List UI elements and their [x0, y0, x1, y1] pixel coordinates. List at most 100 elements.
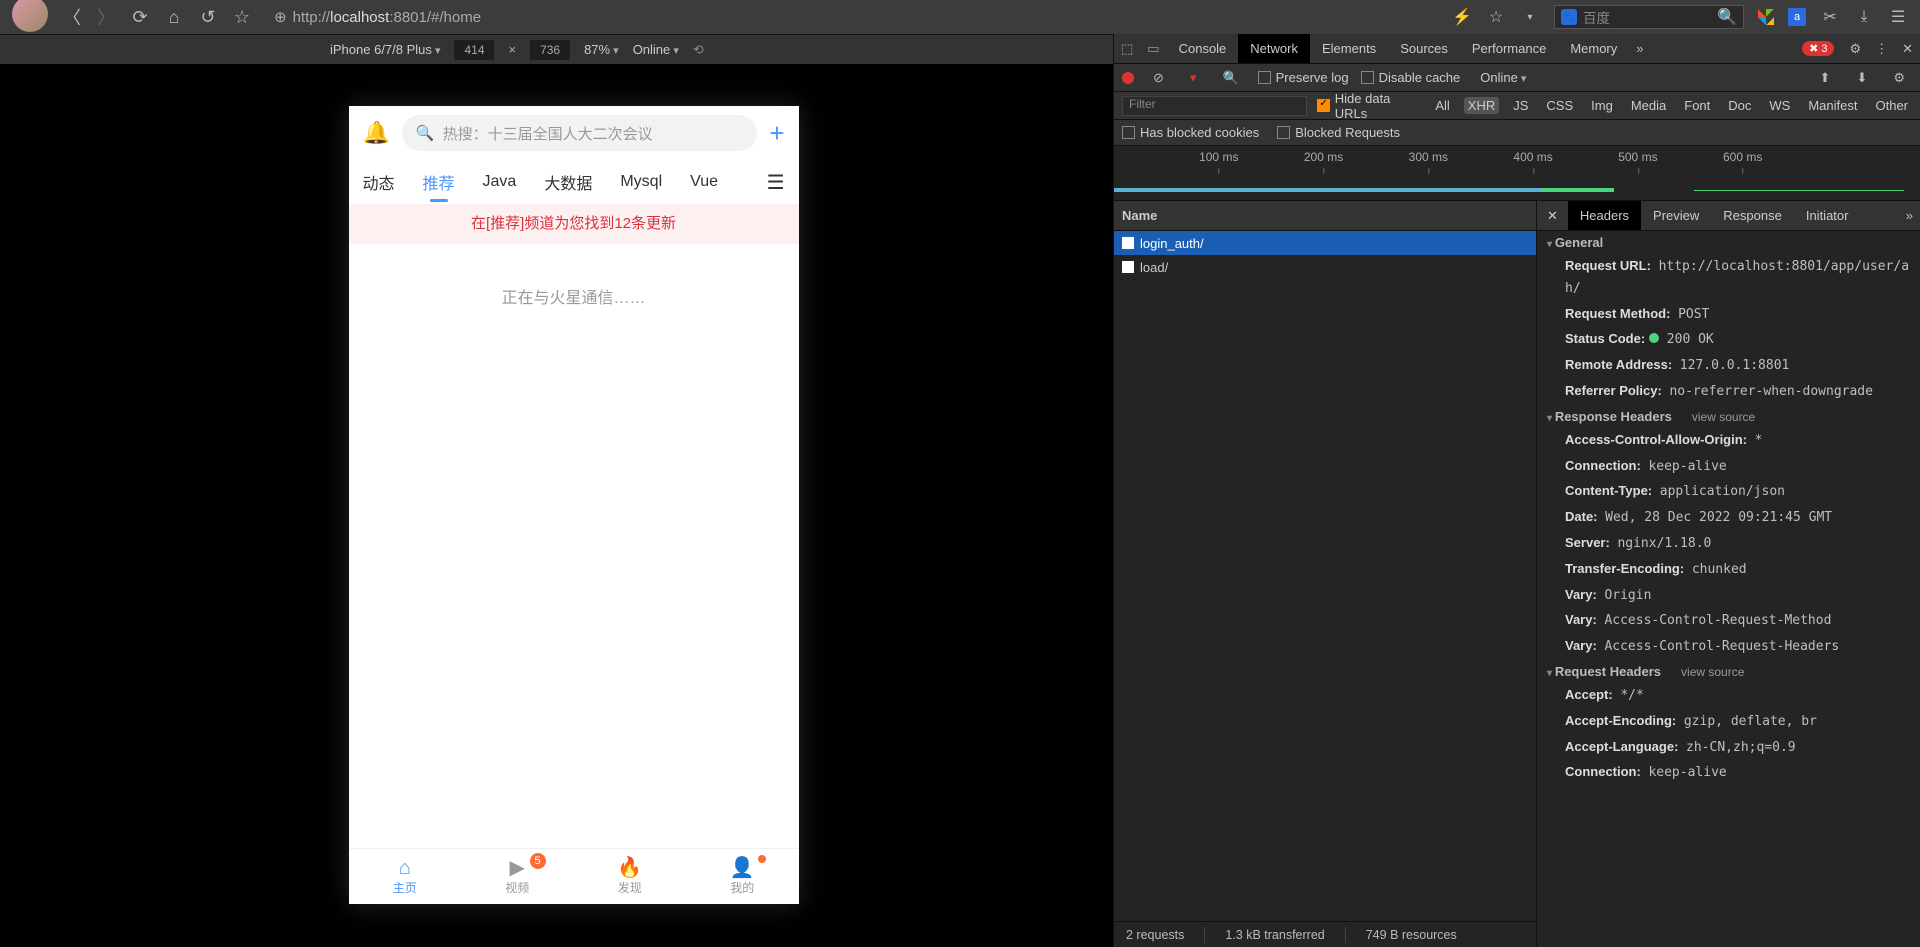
- app-tab-推荐[interactable]: 推荐: [423, 170, 455, 194]
- filter-doc[interactable]: Doc: [1724, 97, 1755, 114]
- zoom-select[interactable]: 87%: [584, 42, 619, 57]
- error-count[interactable]: ✖ 3: [1802, 41, 1834, 56]
- bottom-nav-我的[interactable]: 👤我的: [686, 849, 799, 904]
- windows-icon[interactable]: [1758, 9, 1774, 25]
- bottom-nav-发现[interactable]: 🔥发现: [574, 849, 687, 904]
- device-select[interactable]: iPhone 6/7/8 Plus: [330, 42, 440, 57]
- timeline-tick: 200 ms: [1304, 150, 1343, 164]
- clear-icon[interactable]: ⊘: [1146, 70, 1171, 86]
- bottom-nav-视频[interactable]: ▶视频5: [461, 849, 574, 904]
- browser-search[interactable]: 🐾 百度 🔍: [1554, 5, 1744, 29]
- filter-font[interactable]: Font: [1680, 97, 1714, 114]
- hide-data-urls-checkbox[interactable]: Hide data URLs: [1317, 91, 1421, 121]
- star-icon[interactable]: ☆: [232, 7, 252, 28]
- hamburger-icon[interactable]: ☰: [767, 170, 785, 195]
- reload-icon[interactable]: ⟳: [130, 7, 150, 28]
- dt-more-icon[interactable]: ⋮: [1868, 41, 1895, 57]
- blocked-requests-checkbox[interactable]: Blocked Requests: [1277, 125, 1400, 140]
- list-header-name[interactable]: Name: [1114, 201, 1536, 231]
- chevron-down-icon[interactable]: ▾: [1520, 7, 1540, 27]
- scissors-icon[interactable]: ✂: [1820, 7, 1840, 27]
- device-mode-icon[interactable]: ▭: [1140, 41, 1166, 57]
- app-tab-Java[interactable]: Java: [483, 173, 517, 191]
- url-bar[interactable]: ⊕ http://localhost:8801/#/home: [266, 4, 1438, 30]
- app-tab-大数据[interactable]: 大数据: [544, 170, 592, 194]
- translate-icon[interactable]: a: [1788, 8, 1806, 26]
- view-source-link[interactable]: view source: [1692, 410, 1755, 424]
- menu-icon[interactable]: ☰: [1888, 7, 1908, 27]
- plus-icon[interactable]: +: [769, 118, 784, 149]
- dt-tab-memory[interactable]: Memory: [1558, 34, 1629, 63]
- search-icon[interactable]: 🔍: [1717, 7, 1737, 27]
- detail-tab-initiator[interactable]: Initiator: [1794, 201, 1861, 230]
- more-tabs-icon[interactable]: »: [1629, 41, 1650, 56]
- timeline-tick: 400 ms: [1513, 150, 1552, 164]
- disable-cache-checkbox[interactable]: Disable cache: [1361, 70, 1461, 85]
- close-devtools-icon[interactable]: ✕: [1895, 41, 1920, 57]
- browser-toolbar: 〈 〉 ⟳ ⌂ ↺ ☆ ⊕ http://localhost:8801/#/ho…: [0, 0, 1920, 34]
- app-tab-动态[interactable]: 动态: [363, 170, 395, 194]
- filter-input[interactable]: Filter: [1122, 96, 1307, 116]
- device-width[interactable]: 414: [454, 40, 494, 60]
- record-icon[interactable]: [1122, 72, 1134, 84]
- bell-icon[interactable]: 🔔: [363, 120, 390, 146]
- section-request-headers[interactable]: Request Headersview source: [1537, 660, 1920, 683]
- home-icon[interactable]: ⌂: [164, 7, 184, 28]
- bottom-nav-主页[interactable]: ⌂主页: [349, 849, 462, 904]
- request-row[interactable]: load/: [1114, 255, 1536, 279]
- throttle-select[interactable]: Online: [633, 42, 679, 57]
- undo-icon[interactable]: ↺: [198, 7, 218, 28]
- filter-css[interactable]: CSS: [1542, 97, 1577, 114]
- has-blocked-cookies-checkbox[interactable]: Has blocked cookies: [1122, 125, 1259, 140]
- header-row: Transfer-Encoding: chunked: [1537, 557, 1920, 583]
- app-tab-Vue[interactable]: Vue: [690, 173, 718, 191]
- dt-tab-console[interactable]: Console: [1167, 34, 1239, 63]
- status-resources: 749 B resources: [1366, 928, 1457, 942]
- filter-ws[interactable]: WS: [1765, 97, 1794, 114]
- detail-more-icon[interactable]: »: [1899, 208, 1920, 223]
- filter-img[interactable]: Img: [1587, 97, 1617, 114]
- search-icon[interactable]: 🔍: [1215, 70, 1245, 86]
- timeline-overview[interactable]: 100 ms200 ms300 ms400 ms500 ms600 ms: [1114, 146, 1920, 201]
- filter-xhr[interactable]: XHR: [1464, 97, 1499, 114]
- section-general[interactable]: General: [1537, 231, 1920, 254]
- filter-other[interactable]: Other: [1871, 97, 1912, 114]
- search-placeholder: 百度: [1583, 7, 1711, 27]
- shield-icon: ⊕: [274, 8, 287, 26]
- detail-tab-preview[interactable]: Preview: [1641, 201, 1711, 230]
- preserve-log-checkbox[interactable]: Preserve log: [1258, 70, 1349, 85]
- filter-manifest[interactable]: Manifest: [1804, 97, 1861, 114]
- gear-icon[interactable]: ⚙: [1842, 41, 1868, 57]
- dt-tab-elements[interactable]: Elements: [1310, 34, 1388, 63]
- app-tab-Mysql[interactable]: Mysql: [620, 173, 662, 191]
- filter-all[interactable]: All: [1431, 97, 1453, 114]
- dt-tab-performance[interactable]: Performance: [1460, 34, 1558, 63]
- dt-tab-sources[interactable]: Sources: [1388, 34, 1460, 63]
- inspect-icon[interactable]: ⬚: [1114, 41, 1140, 57]
- back-icon[interactable]: 〈: [62, 4, 82, 30]
- settings-icon[interactable]: ⚙: [1886, 70, 1912, 86]
- flash-icon[interactable]: ⚡: [1452, 7, 1472, 27]
- header-row: Vary: Access-Control-Request-Method: [1537, 608, 1920, 634]
- rotate-icon[interactable]: ⟲: [693, 42, 704, 58]
- filter-media[interactable]: Media: [1627, 97, 1670, 114]
- view-source-link[interactable]: view source: [1681, 665, 1744, 679]
- download-har-icon[interactable]: ⬇: [1849, 70, 1874, 86]
- dt-tab-network[interactable]: Network: [1238, 34, 1310, 63]
- filter-icon[interactable]: ▾: [1183, 70, 1204, 86]
- forward-icon[interactable]: 〉: [96, 4, 116, 30]
- throttle-dropdown[interactable]: Online: [1480, 70, 1526, 85]
- download-icon[interactable]: ⤓: [1854, 7, 1874, 27]
- upload-icon[interactable]: ⬆: [1813, 70, 1838, 86]
- filter-js[interactable]: JS: [1509, 97, 1532, 114]
- bookmark-star-icon[interactable]: ☆: [1486, 7, 1506, 27]
- detail-tab-headers[interactable]: Headers: [1568, 201, 1641, 230]
- app-search[interactable]: 🔍 热搜：十三届全国人大二次会议: [402, 115, 757, 151]
- header-row: Accept-Language: zh-CN,zh;q=0.9: [1537, 735, 1920, 761]
- device-height[interactable]: 736: [530, 40, 570, 60]
- detail-tab-response[interactable]: Response: [1711, 201, 1794, 230]
- section-response-headers[interactable]: Response Headersview source: [1537, 405, 1920, 428]
- avatar[interactable]: [12, 0, 48, 32]
- close-detail-icon[interactable]: ✕: [1537, 208, 1568, 224]
- request-row[interactable]: login_auth/: [1114, 231, 1536, 255]
